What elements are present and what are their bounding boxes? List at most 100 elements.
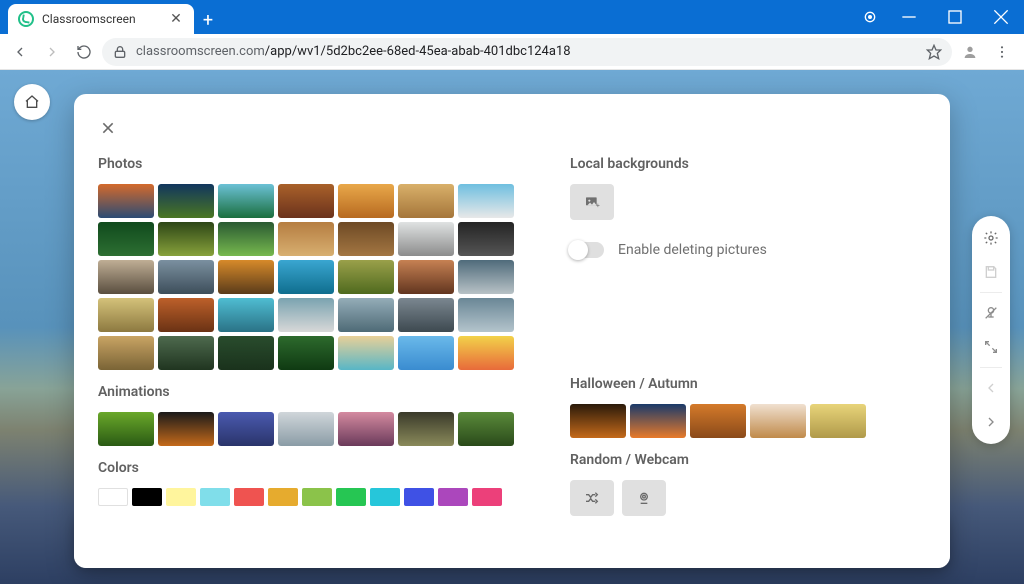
- section-title-halloween: Halloween / Autumn: [570, 376, 926, 392]
- maximize-button[interactable]: [932, 0, 978, 34]
- photo-thumb[interactable]: [218, 222, 274, 256]
- home-button[interactable]: [14, 84, 50, 120]
- color-swatch[interactable]: [268, 488, 298, 506]
- photo-thumb[interactable]: [218, 336, 274, 370]
- close-window-button[interactable]: [978, 0, 1024, 34]
- upload-image-button[interactable]: +: [570, 184, 614, 220]
- color-swatch[interactable]: [98, 488, 128, 506]
- photo-thumb[interactable]: [278, 260, 334, 294]
- color-swatch[interactable]: [472, 488, 502, 506]
- color-swatch[interactable]: [234, 488, 264, 506]
- mute-button[interactable]: [977, 299, 1005, 327]
- animation-thumb[interactable]: [158, 412, 214, 446]
- browser-tab-active[interactable]: Classroomscreen ✕: [8, 4, 194, 34]
- photo-thumb[interactable]: [98, 298, 154, 332]
- color-swatch[interactable]: [404, 488, 434, 506]
- forward-button[interactable]: [38, 38, 66, 66]
- tab-close-button[interactable]: ✕: [168, 11, 184, 27]
- animation-thumb[interactable]: [458, 412, 514, 446]
- menu-button[interactable]: [988, 38, 1016, 66]
- page-viewport: backgroundrandom namedicesound levelmedi…: [0, 70, 1024, 584]
- photo-thumb[interactable]: [98, 222, 154, 256]
- photo-thumb[interactable]: [338, 298, 394, 332]
- photo-thumb[interactable]: [398, 222, 454, 256]
- color-swatch[interactable]: [336, 488, 366, 506]
- photo-thumb[interactable]: [458, 298, 514, 332]
- photo-thumb[interactable]: [398, 260, 454, 294]
- photo-thumb[interactable]: [218, 184, 274, 218]
- left-column: Photos Animations Colors: [98, 156, 528, 516]
- photo-thumb[interactable]: [98, 184, 154, 218]
- random-background-button[interactable]: [570, 480, 614, 516]
- url-text: classroomscreen.com/app/wv1/5d2bc2ee-68e…: [136, 44, 918, 59]
- color-swatch[interactable]: [438, 488, 468, 506]
- photo-thumb[interactable]: [218, 298, 274, 332]
- section-title-random: Random / Webcam: [570, 452, 926, 468]
- photo-thumb[interactable]: [98, 336, 154, 370]
- photo-thumb[interactable]: [338, 260, 394, 294]
- halloween-thumb[interactable]: [690, 404, 746, 438]
- photo-thumb[interactable]: [458, 184, 514, 218]
- photo-thumb[interactable]: [158, 184, 214, 218]
- photo-thumb[interactable]: [458, 336, 514, 370]
- photo-thumb[interactable]: [158, 222, 214, 256]
- photo-thumb[interactable]: [278, 184, 334, 218]
- photo-thumb[interactable]: [398, 298, 454, 332]
- animation-thumb[interactable]: [338, 412, 394, 446]
- prev-screen-button[interactable]: [977, 374, 1005, 402]
- settings-button[interactable]: [977, 224, 1005, 252]
- photo-thumb[interactable]: [278, 336, 334, 370]
- minimize-button[interactable]: [886, 0, 932, 34]
- photo-thumb[interactable]: [278, 298, 334, 332]
- photo-thumb[interactable]: [218, 260, 274, 294]
- save-button[interactable]: [977, 258, 1005, 286]
- webcam-background-button[interactable]: [622, 480, 666, 516]
- fullscreen-button[interactable]: [977, 333, 1005, 361]
- photo-thumb[interactable]: [398, 184, 454, 218]
- photo-thumb[interactable]: [458, 222, 514, 256]
- photo-thumb[interactable]: [158, 260, 214, 294]
- animation-thumb[interactable]: [218, 412, 274, 446]
- close-modal-button[interactable]: [92, 112, 124, 144]
- colors-grid: [98, 488, 528, 506]
- photo-thumb[interactable]: [458, 260, 514, 294]
- address-bar[interactable]: classroomscreen.com/app/wv1/5d2bc2ee-68e…: [102, 38, 952, 66]
- svg-text:+: +: [596, 201, 600, 209]
- color-swatch[interactable]: [302, 488, 332, 506]
- halloween-thumb[interactable]: [750, 404, 806, 438]
- photo-thumb[interactable]: [398, 336, 454, 370]
- halloween-thumb[interactable]: [570, 404, 626, 438]
- section-title-local: Local backgrounds: [570, 156, 926, 172]
- halloween-thumb[interactable]: [810, 404, 866, 438]
- photo-thumb[interactable]: [278, 222, 334, 256]
- color-swatch[interactable]: [132, 488, 162, 506]
- sync-icon[interactable]: [854, 9, 886, 25]
- browser-tabs: Classroomscreen ✕ +: [0, 4, 222, 34]
- reload-button[interactable]: [70, 38, 98, 66]
- photo-thumb[interactable]: [98, 260, 154, 294]
- animation-thumb[interactable]: [398, 412, 454, 446]
- photo-thumb[interactable]: [158, 298, 214, 332]
- photo-thumb[interactable]: [338, 222, 394, 256]
- profile-button[interactable]: [956, 38, 984, 66]
- site-favicon: [18, 11, 34, 27]
- photo-thumb[interactable]: [158, 336, 214, 370]
- toggle-label: Enable deleting pictures: [618, 242, 767, 258]
- color-swatch[interactable]: [166, 488, 196, 506]
- halloween-thumb[interactable]: [630, 404, 686, 438]
- color-swatch[interactable]: [200, 488, 230, 506]
- color-swatch[interactable]: [370, 488, 400, 506]
- right-column: Local backgrounds + Enable deleting pict…: [570, 156, 926, 516]
- animation-thumb[interactable]: [98, 412, 154, 446]
- browser-toolbar: classroomscreen.com/app/wv1/5d2bc2ee-68e…: [0, 34, 1024, 70]
- star-icon[interactable]: [926, 44, 942, 60]
- photo-thumb[interactable]: [338, 336, 394, 370]
- new-tab-button[interactable]: +: [194, 6, 222, 34]
- lock-icon: [112, 44, 128, 60]
- next-screen-button[interactable]: [977, 408, 1005, 436]
- photo-thumb[interactable]: [338, 184, 394, 218]
- animation-thumb[interactable]: [278, 412, 334, 446]
- side-toolbar: [972, 216, 1010, 444]
- back-button[interactable]: [6, 38, 34, 66]
- enable-delete-toggle[interactable]: [570, 242, 604, 258]
